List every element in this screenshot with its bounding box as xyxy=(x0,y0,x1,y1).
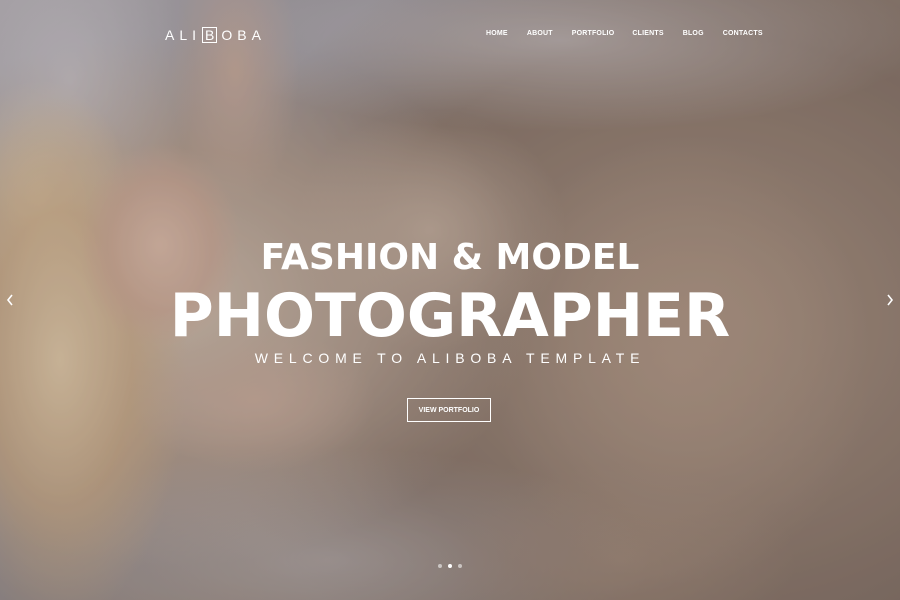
hero-title-line-2: PHOTOGRAPHER xyxy=(169,281,731,351)
hero-slider: ALI B OBA HOME ABOUT PORTFOLIO CLIENTS BLO… xyxy=(0,0,900,600)
logo-text-start: ALI xyxy=(165,27,202,43)
chevron-left-icon xyxy=(6,294,13,306)
slider-next-button[interactable] xyxy=(884,292,896,308)
nav-item-contacts[interactable]: CONTACTS xyxy=(723,30,763,37)
view-portfolio-button[interactable]: VIEW PORTFOLIO xyxy=(407,398,491,422)
slider-prev-button[interactable] xyxy=(4,292,16,308)
nav-item-about[interactable]: ABOUT xyxy=(527,30,553,37)
chevron-right-icon xyxy=(887,294,894,306)
slider-dot-1[interactable] xyxy=(438,564,442,568)
main-nav: HOME ABOUT PORTFOLIO CLIENTS BLOG CONTAC… xyxy=(486,30,763,37)
hero-title-line-1: FASHION & MODEL xyxy=(260,237,640,278)
nav-item-clients[interactable]: CLIENTS xyxy=(632,30,663,37)
hero-subtitle: WELCOME TO ALIBOBA TEMPLATE xyxy=(254,350,646,366)
nav-item-blog[interactable]: BLOG xyxy=(683,30,704,37)
slider-pagination xyxy=(438,564,462,568)
slider-dot-2[interactable] xyxy=(448,564,452,568)
site-logo[interactable]: ALI B OBA xyxy=(165,27,266,43)
nav-item-home[interactable]: HOME xyxy=(486,30,508,37)
logo-boxed-letter: B xyxy=(202,27,218,43)
nav-item-portfolio[interactable]: PORTFOLIO xyxy=(572,30,615,37)
logo-text-end: OBA xyxy=(221,27,266,43)
slider-dot-3[interactable] xyxy=(458,564,462,568)
